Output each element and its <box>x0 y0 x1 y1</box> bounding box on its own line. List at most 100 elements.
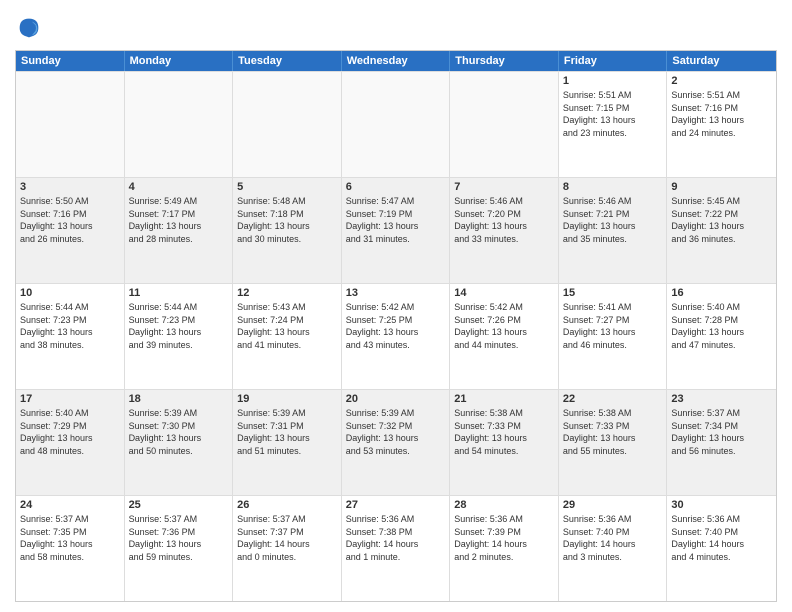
calendar-cell: 8 Sunrise: 5:46 AM Sunset: 7:21 PM Daylig… <box>559 178 668 283</box>
day-info: Sunrise: 5:51 AM Sunset: 7:15 PM Dayligh… <box>563 89 663 139</box>
day-info: Sunrise: 5:38 AM Sunset: 7:33 PM Dayligh… <box>454 407 554 457</box>
calendar-cell: 17 Sunrise: 5:40 AM Sunset: 7:29 PM Dayli… <box>16 390 125 495</box>
calendar-cell: 14 Sunrise: 5:42 AM Sunset: 7:26 PM Dayli… <box>450 284 559 389</box>
calendar-cell: 12 Sunrise: 5:43 AM Sunset: 7:24 PM Dayli… <box>233 284 342 389</box>
weekday-header-monday: Monday <box>125 51 234 71</box>
calendar-cell: 18 Sunrise: 5:39 AM Sunset: 7:30 PM Dayli… <box>125 390 234 495</box>
day-number: 28 <box>454 499 554 511</box>
day-info: Sunrise: 5:39 AM Sunset: 7:31 PM Dayligh… <box>237 407 337 457</box>
weekday-header-saturday: Saturday <box>667 51 776 71</box>
calendar-cell: 19 Sunrise: 5:39 AM Sunset: 7:31 PM Dayli… <box>233 390 342 495</box>
day-number: 19 <box>237 393 337 405</box>
logo <box>15 14 47 42</box>
day-number: 22 <box>563 393 663 405</box>
calendar-cell: 20 Sunrise: 5:39 AM Sunset: 7:32 PM Dayli… <box>342 390 451 495</box>
weekday-header-wednesday: Wednesday <box>342 51 451 71</box>
calendar-cell: 28Sunrise: 5:36 AM Sunset: 7:39 PM Dayli… <box>450 496 559 601</box>
calendar-row-1: 3 Sunrise: 5:50 AM Sunset: 7:16 PM Daylig… <box>16 177 776 283</box>
calendar-cell <box>450 72 559 177</box>
calendar-cell: 16 Sunrise: 5:40 AM Sunset: 7:28 PM Dayli… <box>667 284 776 389</box>
calendar-cell: 26 Sunrise: 5:37 AM Sunset: 7:37 PM Dayli… <box>233 496 342 601</box>
page: SundayMondayTuesdayWednesdayThursdayFrid… <box>0 0 792 612</box>
day-number: 29 <box>563 499 663 511</box>
calendar-row-2: 10 Sunrise: 5:44 AM Sunset: 7:23 PM Dayli… <box>16 283 776 389</box>
calendar-row-3: 17 Sunrise: 5:40 AM Sunset: 7:29 PM Dayli… <box>16 389 776 495</box>
day-info: Sunrise: 5:46 AM Sunset: 7:21 PM Dayligh… <box>563 195 663 245</box>
calendar-cell: 4 Sunrise: 5:49 AM Sunset: 7:17 PM Daylig… <box>125 178 234 283</box>
calendar-cell: 7 Sunrise: 5:46 AM Sunset: 7:20 PM Daylig… <box>450 178 559 283</box>
calendar-cell: 15Sunrise: 5:41 AM Sunset: 7:27 PM Dayli… <box>559 284 668 389</box>
day-info: Sunrise: 5:46 AM Sunset: 7:20 PM Dayligh… <box>454 195 554 245</box>
day-number: 16 <box>671 287 772 299</box>
day-number: 17 <box>20 393 120 405</box>
day-number: 27 <box>346 499 446 511</box>
day-info: Sunrise: 5:42 AM Sunset: 7:25 PM Dayligh… <box>346 301 446 351</box>
day-info: Sunrise: 5:36 AM Sunset: 7:38 PM Dayligh… <box>346 513 446 563</box>
day-info: Sunrise: 5:40 AM Sunset: 7:29 PM Dayligh… <box>20 407 120 457</box>
day-info: Sunrise: 5:44 AM Sunset: 7:23 PM Dayligh… <box>20 301 120 351</box>
day-info: Sunrise: 5:37 AM Sunset: 7:37 PM Dayligh… <box>237 513 337 563</box>
day-info: Sunrise: 5:48 AM Sunset: 7:18 PM Dayligh… <box>237 195 337 245</box>
calendar-body: 1Sunrise: 5:51 AM Sunset: 7:15 PM Daylig… <box>16 71 776 601</box>
day-info: Sunrise: 5:38 AM Sunset: 7:33 PM Dayligh… <box>563 407 663 457</box>
day-info: Sunrise: 5:47 AM Sunset: 7:19 PM Dayligh… <box>346 195 446 245</box>
calendar-cell: 24Sunrise: 5:37 AM Sunset: 7:35 PM Dayli… <box>16 496 125 601</box>
day-info: Sunrise: 5:36 AM Sunset: 7:40 PM Dayligh… <box>671 513 772 563</box>
header <box>15 10 777 42</box>
day-info: Sunrise: 5:41 AM Sunset: 7:27 PM Dayligh… <box>563 301 663 351</box>
calendar-header: SundayMondayTuesdayWednesdayThursdayFrid… <box>16 51 776 71</box>
day-number: 12 <box>237 287 337 299</box>
calendar-cell: 29 Sunrise: 5:36 AM Sunset: 7:40 PM Dayli… <box>559 496 668 601</box>
calendar-cell: 9Sunrise: 5:45 AM Sunset: 7:22 PM Daylig… <box>667 178 776 283</box>
calendar: SundayMondayTuesdayWednesdayThursdayFrid… <box>15 50 777 602</box>
day-info: Sunrise: 5:39 AM Sunset: 7:32 PM Dayligh… <box>346 407 446 457</box>
calendar-row-4: 24Sunrise: 5:37 AM Sunset: 7:35 PM Dayli… <box>16 495 776 601</box>
day-number: 7 <box>454 181 554 193</box>
calendar-cell: 13 Sunrise: 5:42 AM Sunset: 7:25 PM Dayli… <box>342 284 451 389</box>
day-number: 14 <box>454 287 554 299</box>
day-info: Sunrise: 5:36 AM Sunset: 7:40 PM Dayligh… <box>563 513 663 563</box>
day-info: Sunrise: 5:49 AM Sunset: 7:17 PM Dayligh… <box>129 195 229 245</box>
calendar-cell <box>233 72 342 177</box>
day-number: 18 <box>129 393 229 405</box>
calendar-cell <box>342 72 451 177</box>
calendar-row-0: 1Sunrise: 5:51 AM Sunset: 7:15 PM Daylig… <box>16 71 776 177</box>
calendar-cell: 2 Sunrise: 5:51 AM Sunset: 7:16 PM Daylig… <box>667 72 776 177</box>
day-number: 5 <box>237 181 337 193</box>
calendar-cell: 11Sunrise: 5:44 AM Sunset: 7:23 PM Dayli… <box>125 284 234 389</box>
day-info: Sunrise: 5:43 AM Sunset: 7:24 PM Dayligh… <box>237 301 337 351</box>
day-number: 4 <box>129 181 229 193</box>
day-number: 10 <box>20 287 120 299</box>
day-info: Sunrise: 5:40 AM Sunset: 7:28 PM Dayligh… <box>671 301 772 351</box>
weekday-header-friday: Friday <box>559 51 668 71</box>
day-number: 30 <box>671 499 772 511</box>
calendar-cell: 22 Sunrise: 5:38 AM Sunset: 7:33 PM Dayli… <box>559 390 668 495</box>
day-info: Sunrise: 5:39 AM Sunset: 7:30 PM Dayligh… <box>129 407 229 457</box>
day-info: Sunrise: 5:37 AM Sunset: 7:35 PM Dayligh… <box>20 513 120 563</box>
calendar-cell: 27 Sunrise: 5:36 AM Sunset: 7:38 PM Dayli… <box>342 496 451 601</box>
calendar-cell: 25Sunrise: 5:37 AM Sunset: 7:36 PM Dayli… <box>125 496 234 601</box>
day-number: 26 <box>237 499 337 511</box>
day-info: Sunrise: 5:37 AM Sunset: 7:36 PM Dayligh… <box>129 513 229 563</box>
day-number: 13 <box>346 287 446 299</box>
day-info: Sunrise: 5:51 AM Sunset: 7:16 PM Dayligh… <box>671 89 772 139</box>
day-info: Sunrise: 5:50 AM Sunset: 7:16 PM Dayligh… <box>20 195 120 245</box>
day-number: 3 <box>20 181 120 193</box>
calendar-cell: 10 Sunrise: 5:44 AM Sunset: 7:23 PM Dayli… <box>16 284 125 389</box>
day-number: 20 <box>346 393 446 405</box>
day-info: Sunrise: 5:37 AM Sunset: 7:34 PM Dayligh… <box>671 407 772 457</box>
calendar-cell: 3 Sunrise: 5:50 AM Sunset: 7:16 PM Daylig… <box>16 178 125 283</box>
calendar-cell: 6 Sunrise: 5:47 AM Sunset: 7:19 PM Daylig… <box>342 178 451 283</box>
day-number: 23 <box>671 393 772 405</box>
day-info: Sunrise: 5:42 AM Sunset: 7:26 PM Dayligh… <box>454 301 554 351</box>
day-info: Sunrise: 5:45 AM Sunset: 7:22 PM Dayligh… <box>671 195 772 245</box>
day-number: 2 <box>671 75 772 87</box>
weekday-header-tuesday: Tuesday <box>233 51 342 71</box>
weekday-header-sunday: Sunday <box>16 51 125 71</box>
weekday-header-thursday: Thursday <box>450 51 559 71</box>
day-number: 11 <box>129 287 229 299</box>
day-number: 8 <box>563 181 663 193</box>
day-number: 6 <box>346 181 446 193</box>
calendar-cell <box>16 72 125 177</box>
logo-icon <box>15 14 43 42</box>
